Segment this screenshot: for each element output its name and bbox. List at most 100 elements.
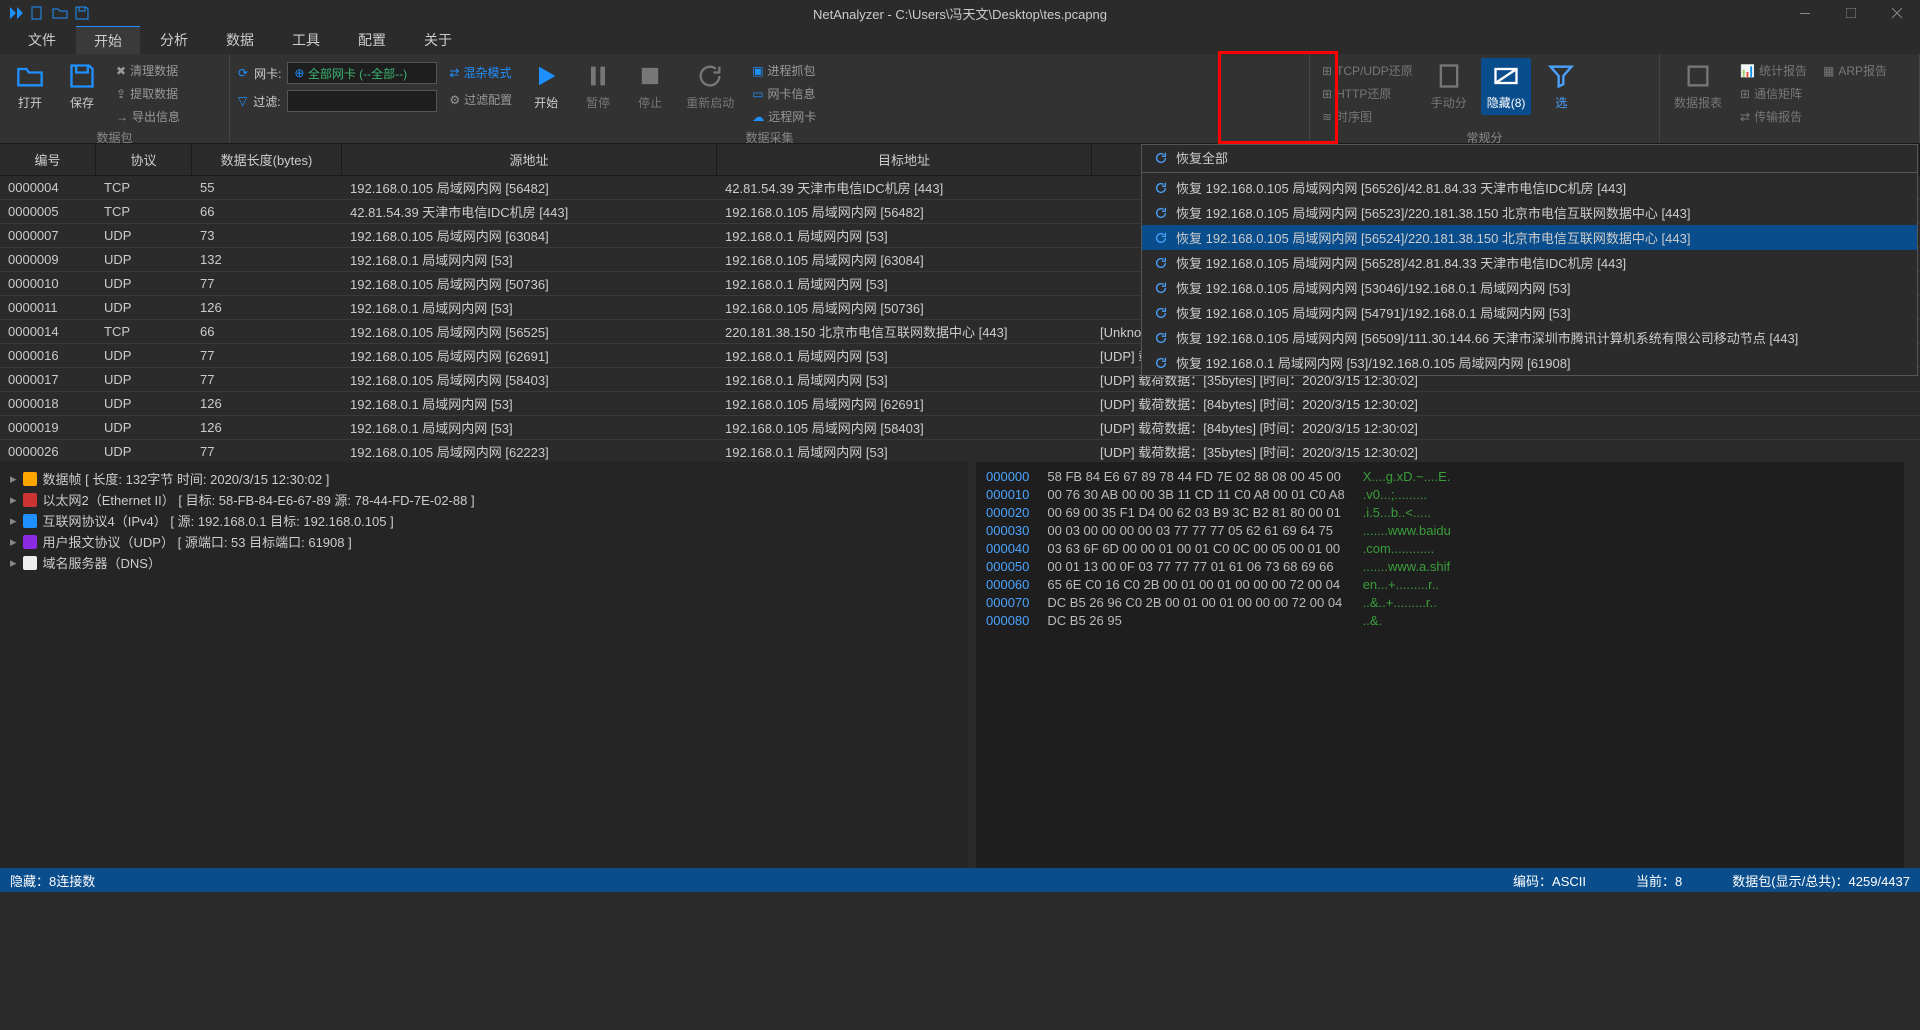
extract-data-button[interactable]: ⇪提取数据	[112, 83, 184, 104]
statusbar: 隐藏：8连接数 编码：ASCII 当前：8 数据包(显示/总共)：4259/44…	[0, 868, 1920, 892]
save-button[interactable]: 保存	[60, 58, 104, 115]
restore-menu-item[interactable]: 恢复 192.168.0.1 局域网内网 [53]/192.168.0.105 …	[1142, 350, 1917, 375]
nic-combo[interactable]: ⊕ 全部网卡 (--全部--)	[287, 62, 437, 84]
restore-menu-item[interactable]: 恢复 192.168.0.105 局域网内网 [56526]/42.81.84.…	[1142, 175, 1917, 200]
transfer-icon: ⇄	[1740, 110, 1750, 124]
refresh-icon	[1154, 206, 1168, 220]
column-header[interactable]: 编号	[0, 144, 96, 175]
restore-menu-item[interactable]: 恢复 192.168.0.105 局域网内网 [56523]/220.181.3…	[1142, 200, 1917, 225]
menu-数据[interactable]: 数据	[208, 26, 272, 54]
expand-icon[interactable]: ▸	[10, 555, 17, 571]
menubar: 文件开始分析数据工具配置关于	[0, 26, 1920, 54]
pause-icon	[584, 62, 612, 90]
filter-combo[interactable]	[287, 90, 437, 112]
extract-icon: ⇪	[116, 87, 126, 101]
timeline-button[interactable]: ≋时序图	[1318, 106, 1417, 127]
save-icon	[68, 62, 96, 90]
protocol-tree-pane[interactable]: ▸数据帧 [ 长度: 132字节 时间: 2020/3/15 12:30:02 …	[0, 462, 968, 868]
export-info-button[interactable]: →导出信息	[112, 106, 184, 127]
filter-button[interactable]: 选	[1539, 58, 1583, 115]
manual-analysis-button[interactable]: 手动分	[1425, 58, 1473, 115]
tree-node[interactable]: ▸以太网2（Ethernet II） [ 目标: 58-FB-84-E6-67-…	[10, 489, 958, 510]
refresh-icon	[1154, 306, 1168, 320]
column-header[interactable]: 数据长度(bytes)	[192, 144, 342, 175]
stop-capture-button[interactable]: 停止	[628, 58, 672, 115]
menu-开始[interactable]: 开始	[76, 25, 140, 55]
column-header[interactable]: 目标地址	[717, 144, 1092, 175]
refresh-icon	[1154, 356, 1168, 370]
group-label-package: 数据包	[8, 127, 221, 146]
arp-report-button[interactable]: ▦ARP报告	[1819, 58, 1891, 81]
status-current: 当前：8	[1636, 871, 1682, 890]
folder-open-icon	[16, 62, 44, 90]
refresh-icon	[1154, 151, 1168, 165]
expand-icon[interactable]: ▸	[10, 492, 17, 508]
filter-config-button[interactable]: ⚙过滤配置	[445, 89, 516, 110]
start-capture-button[interactable]: 开始	[524, 58, 568, 115]
comm-matrix-button[interactable]: ⊞通信矩阵	[1736, 83, 1811, 104]
window-title: NetAnalyzer - C:\Users\冯天文\Desktop\tes.p…	[813, 4, 1107, 23]
close-button[interactable]	[1874, 0, 1920, 26]
restart-icon	[696, 62, 724, 90]
menu-关于[interactable]: 关于	[406, 26, 470, 54]
restore-menu-item[interactable]: 恢复全部	[1142, 145, 1917, 170]
tree-node[interactable]: ▸用户报文协议（UDP） [ 源端口: 53 目标端口: 61908 ]	[10, 531, 958, 552]
refresh-icon	[1154, 231, 1168, 245]
tree-node[interactable]: ▸互联网协议4（IPv4） [ 源: 192.168.0.1 目标: 192.1…	[10, 510, 958, 531]
menu-工具[interactable]: 工具	[274, 26, 338, 54]
menu-文件[interactable]: 文件	[10, 26, 74, 54]
broom-icon: ✖	[116, 64, 126, 78]
restore-menu-item[interactable]: 恢复 192.168.0.105 局域网内网 [56524]/220.181.3…	[1142, 225, 1917, 250]
status-encoding[interactable]: 编码：ASCII	[1513, 871, 1586, 890]
nic-info-button[interactable]: ▭网卡信息	[748, 83, 820, 104]
open-folder-icon[interactable]	[52, 5, 68, 21]
card-icon: ▭	[752, 87, 763, 101]
process-capture-button[interactable]: ▣进程抓包	[748, 60, 820, 81]
open-button[interactable]: 打开	[8, 58, 52, 115]
pause-capture-button[interactable]: 暂停	[576, 58, 620, 115]
stat-report-button[interactable]: 📊统计报告	[1736, 60, 1811, 81]
filter-icon: ▽	[238, 94, 247, 108]
tree-node[interactable]: ▸域名服务器（DNS）	[10, 552, 958, 573]
restore-menu-item[interactable]: 恢复 192.168.0.105 局域网内网 [53046]/192.168.0…	[1142, 275, 1917, 300]
gear-icon: ⚙	[449, 93, 460, 107]
report-icon	[1684, 62, 1712, 90]
promiscuous-toggle[interactable]: ⇄混杂模式	[445, 62, 516, 83]
column-header[interactable]: 协议	[96, 144, 192, 175]
filter-label: 过滤:	[253, 93, 280, 110]
trans-report-button[interactable]: ⇄传输报告	[1736, 106, 1811, 127]
refresh-icon	[1154, 331, 1168, 345]
data-report-button[interactable]: 数据报表	[1668, 58, 1728, 115]
restore-menu-item[interactable]: 恢复 192.168.0.105 局域网内网 [54791]/192.168.0…	[1142, 300, 1917, 325]
table-row[interactable]: 0000019UDP126192.168.0.1 局域网内网 [53]192.1…	[0, 416, 1920, 440]
clean-data-button[interactable]: ✖清理数据	[112, 60, 184, 81]
menu-分析[interactable]: 分析	[142, 26, 206, 54]
shuffle-icon: ⇄	[449, 66, 459, 80]
table-row[interactable]: 0000018UDP126192.168.0.1 局域网内网 [53]192.1…	[0, 392, 1920, 416]
stop-icon	[636, 62, 664, 90]
expand-icon[interactable]: ▸	[10, 471, 17, 487]
tcp-udp-restore-button[interactable]: ⊞TCP/UDP还原	[1318, 60, 1417, 81]
column-header[interactable]: 源地址	[342, 144, 717, 175]
hidden-button[interactable]: 隐藏(8)	[1481, 58, 1532, 115]
hex-scrollbar[interactable]	[1904, 462, 1920, 868]
expand-icon[interactable]: ▸	[10, 534, 17, 550]
restart-capture-button[interactable]: 重新启动	[680, 58, 740, 115]
expand-icon[interactable]: ▸	[10, 513, 17, 529]
pane-splitter[interactable]	[968, 462, 976, 868]
minimize-button[interactable]	[1782, 0, 1828, 26]
hex-dump-pane[interactable]: 0000000000100000200000300000400000500000…	[976, 462, 1904, 868]
tree-node[interactable]: ▸数据帧 [ 长度: 132字节 时间: 2020/3/15 12:30:02 …	[10, 468, 958, 489]
save-disk-icon[interactable]	[74, 5, 90, 21]
restore-menu-item[interactable]: 恢复 192.168.0.105 局域网内网 [56528]/42.81.84.…	[1142, 250, 1917, 275]
timeline-icon: ≋	[1322, 110, 1332, 124]
table-row[interactable]: 0000026UDP77192.168.0.105 局域网内网 [62223]1…	[0, 440, 1920, 462]
remote-nic-button[interactable]: ☁远程网卡	[748, 106, 820, 127]
refresh-icon	[1154, 181, 1168, 195]
restore-menu-item[interactable]: 恢复 192.168.0.105 局域网内网 [56509]/111.30.14…	[1142, 325, 1917, 350]
menu-配置[interactable]: 配置	[340, 26, 404, 54]
maximize-button[interactable]	[1828, 0, 1874, 26]
http-restore-button[interactable]: ⊞HTTP还原	[1318, 83, 1417, 104]
matrix-icon: ⊞	[1740, 87, 1750, 101]
new-file-icon[interactable]	[30, 5, 46, 21]
